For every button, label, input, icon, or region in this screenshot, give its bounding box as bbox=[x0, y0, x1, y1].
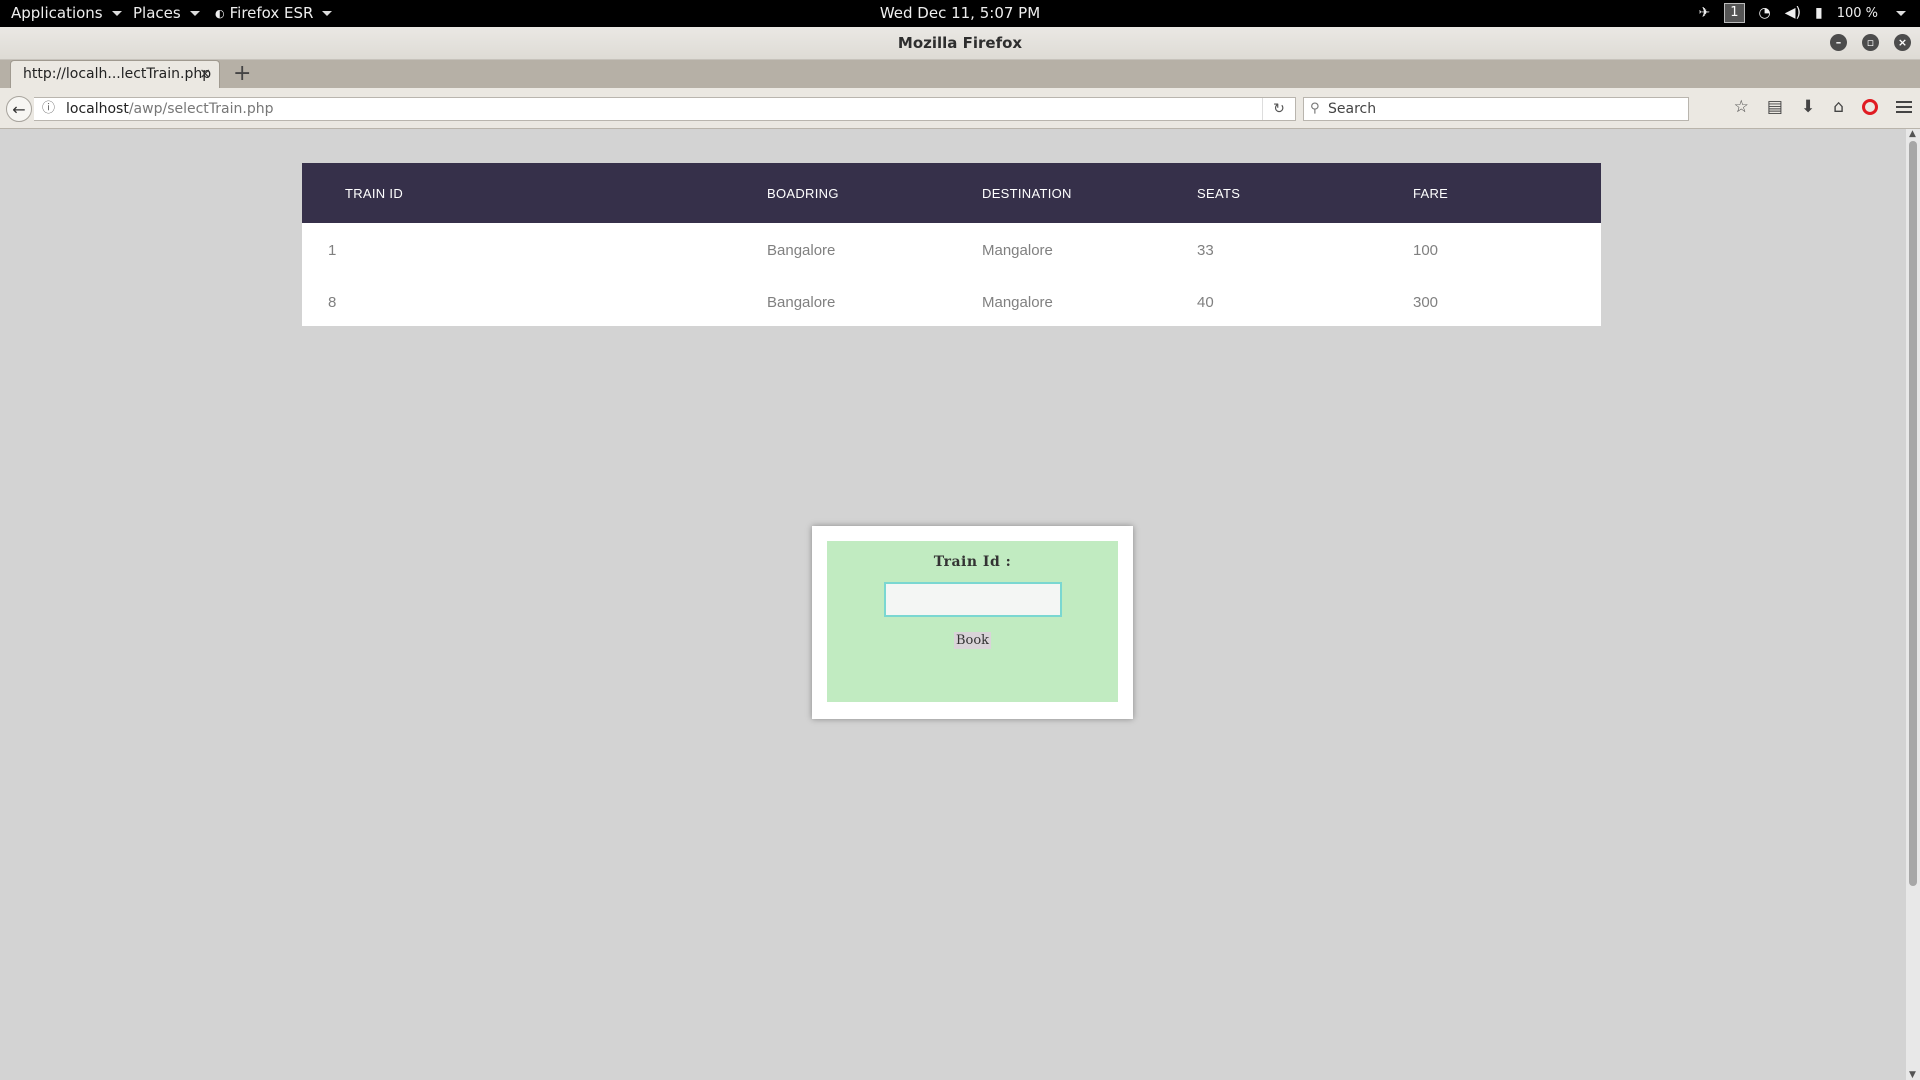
back-arrow-icon: ← bbox=[12, 100, 26, 119]
window-title: Mozilla Firefox bbox=[897, 34, 1023, 52]
back-button[interactable]: ← bbox=[6, 96, 32, 122]
cell-boarding: Bangalore bbox=[767, 223, 982, 278]
cell-seats: 33 bbox=[1197, 223, 1413, 278]
train-id-label: Train Id : bbox=[933, 554, 1012, 570]
firefox-label: Firefox ESR bbox=[229, 4, 314, 22]
cell-fare: 100 bbox=[1413, 223, 1601, 278]
tab-strip: http://localh...lectTrain.php × + bbox=[0, 60, 1920, 88]
tab-title: http://localh...lectTrain.php bbox=[23, 66, 212, 82]
new-tab-button[interactable]: + bbox=[233, 61, 251, 87]
system-top-bar: Wed Dec 11, 5:07 PM Applications Places … bbox=[0, 0, 1920, 27]
vertical-scrollbar[interactable]: ▲ ▼ bbox=[1906, 129, 1920, 1080]
url-bar[interactable]: ⓘ localhost/awp/selectTrain.php ↻ bbox=[34, 97, 1296, 121]
chevron-down-icon bbox=[111, 10, 122, 16]
home-icon[interactable]: ⌂ bbox=[1833, 97, 1844, 117]
volume-icon[interactable]: ◀) bbox=[1785, 5, 1801, 21]
close-window-icon[interactable]: × bbox=[1894, 34, 1911, 51]
maximize-icon[interactable]: ▫ bbox=[1862, 34, 1879, 51]
search-input[interactable]: ⚲ Search bbox=[1303, 97, 1689, 121]
firefox-app-menu[interactable]: ◐ Firefox ESR bbox=[215, 4, 333, 22]
cell-destination: Mangalore bbox=[982, 278, 1197, 326]
applications-label: Applications bbox=[11, 4, 103, 22]
url-host: localhost bbox=[66, 101, 129, 117]
cell-boarding: Bangalore bbox=[767, 278, 982, 326]
tab-selecttrain[interactable]: http://localh...lectTrain.php × bbox=[10, 60, 220, 88]
url-text[interactable]: localhost/awp/selectTrain.php bbox=[66, 98, 273, 120]
cell-destination: Mangalore bbox=[982, 223, 1197, 278]
booking-form-card: Train Id : Book bbox=[812, 526, 1133, 719]
scroll-up-icon[interactable]: ▲ bbox=[1909, 129, 1916, 139]
header-train-id: TRAIN ID bbox=[302, 163, 767, 223]
places-menu[interactable]: Places bbox=[133, 4, 200, 22]
train-id-input[interactable] bbox=[883, 582, 1062, 617]
site-info-icon[interactable]: ⓘ bbox=[42, 98, 55, 120]
header-seats: SEATS bbox=[1197, 163, 1413, 223]
battery-percent: 100 % bbox=[1836, 5, 1878, 21]
search-icon: ⚲ bbox=[1310, 101, 1320, 116]
menu-icon[interactable] bbox=[1896, 101, 1912, 113]
bookmark-star-icon[interactable]: ☆ bbox=[1734, 97, 1749, 117]
places-label: Places bbox=[133, 4, 181, 22]
scroll-down-icon[interactable]: ▼ bbox=[1909, 1070, 1916, 1080]
applications-menu[interactable]: Applications bbox=[11, 4, 122, 22]
wifi-icon[interactable]: ◔ bbox=[1759, 5, 1771, 21]
chevron-down-icon bbox=[189, 10, 200, 16]
toolbar-icons: ☆ ▤ ⬇ ⌂ bbox=[1734, 97, 1912, 117]
system-tray[interactable]: ✈ 1 ◔ ◀) ▮ 100 % bbox=[1699, 3, 1906, 23]
firefox-icon: ◐ bbox=[215, 6, 225, 20]
header-destination: DESTINATION bbox=[982, 163, 1197, 223]
table-row: 1 Bangalore Mangalore 33 100 bbox=[302, 223, 1601, 278]
workspace-indicator[interactable]: 1 bbox=[1724, 3, 1745, 23]
url-path: /awp/selectTrain.php bbox=[128, 101, 274, 117]
battery-icon[interactable]: ▮ bbox=[1815, 5, 1823, 21]
table-header-row: TRAIN ID BOADRING DESTINATION SEATS FARE bbox=[302, 163, 1601, 223]
scrollbar-thumb[interactable] bbox=[1909, 141, 1917, 886]
header-fare: FARE bbox=[1413, 163, 1601, 223]
reading-list-icon[interactable]: ▤ bbox=[1767, 97, 1783, 117]
page-content: TRAIN ID BOADRING DESTINATION SEATS FARE… bbox=[0, 129, 1906, 1080]
minimize-icon[interactable]: – bbox=[1830, 34, 1847, 51]
cell-fare: 300 bbox=[1413, 278, 1601, 326]
cell-train-id: 8 bbox=[302, 278, 767, 326]
cell-seats: 40 bbox=[1197, 278, 1413, 326]
booking-form: Train Id : Book bbox=[827, 541, 1118, 702]
opera-icon[interactable] bbox=[1862, 99, 1878, 115]
header-boarding: BOADRING bbox=[767, 163, 982, 223]
chevron-down-icon[interactable] bbox=[1896, 10, 1906, 16]
navigation-bar: ← ⓘ localhost/awp/selectTrain.php ↻ ⚲ Se… bbox=[0, 88, 1920, 129]
download-icon[interactable]: ⬇ bbox=[1801, 97, 1815, 117]
window-title-bar: Mozilla Firefox – ▫ × bbox=[0, 27, 1920, 60]
table-row: 8 Bangalore Mangalore 40 300 bbox=[302, 278, 1601, 326]
chevron-down-icon bbox=[322, 10, 333, 16]
reload-icon[interactable]: ↻ bbox=[1262, 98, 1295, 120]
screen-share-icon[interactable]: ✈ bbox=[1699, 5, 1711, 21]
book-button[interactable]: Book bbox=[953, 632, 992, 649]
train-table: TRAIN ID BOADRING DESTINATION SEATS FARE… bbox=[302, 163, 1601, 326]
search-placeholder: Search bbox=[1328, 101, 1377, 117]
cell-train-id: 1 bbox=[302, 223, 767, 278]
tab-close-icon[interactable]: × bbox=[199, 61, 211, 88]
